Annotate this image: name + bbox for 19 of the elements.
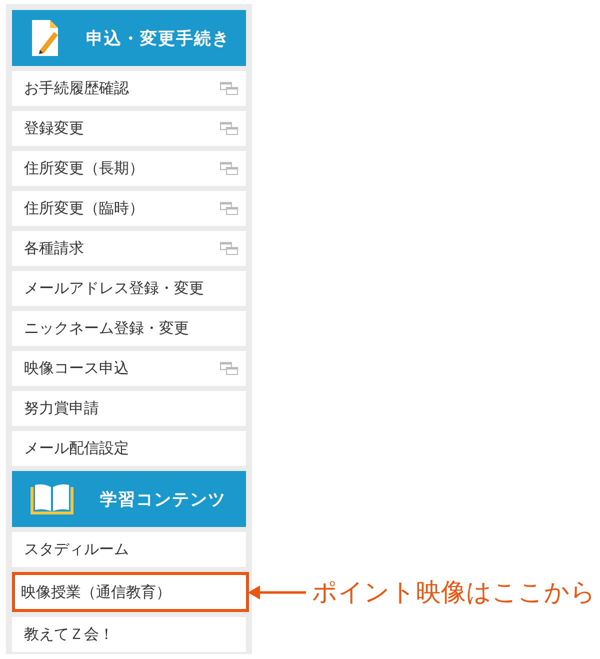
menu-link[interactable]: 住所変更（長期） xyxy=(12,151,246,186)
section-title: 学習コンテンツ xyxy=(100,488,226,510)
open-book-icon xyxy=(30,483,74,515)
menu-link[interactable]: メールアドレス登録・変更 xyxy=(12,271,246,306)
menu-link[interactable]: ニックネーム登録・変更 xyxy=(12,311,246,346)
menu-link[interactable]: 映像授業（通信教育） xyxy=(12,572,249,612)
menu-link[interactable]: 映像コース申込 xyxy=(12,351,246,386)
arrow-icon xyxy=(248,584,306,600)
menu-link[interactable]: 教えてＺ会！ xyxy=(12,617,246,652)
menu-link[interactable]: お手続履歴確認 xyxy=(12,71,246,106)
menu-link[interactable]: 各種請求 xyxy=(12,231,246,266)
menu-link[interactable]: 努力賞申請 xyxy=(12,391,246,426)
section-title: 申込・変更手続き xyxy=(86,28,230,50)
menu-link[interactable]: スタディルーム xyxy=(12,532,246,567)
menu-link[interactable]: メール配信設定 xyxy=(12,431,246,466)
menu-link[interactable]: 登録変更 xyxy=(12,111,246,146)
menu-link[interactable]: 住所変更（臨時） xyxy=(12,191,246,226)
document-pen-icon xyxy=(30,18,60,58)
annotation-text: ポイント映像はここから xyxy=(312,576,596,608)
